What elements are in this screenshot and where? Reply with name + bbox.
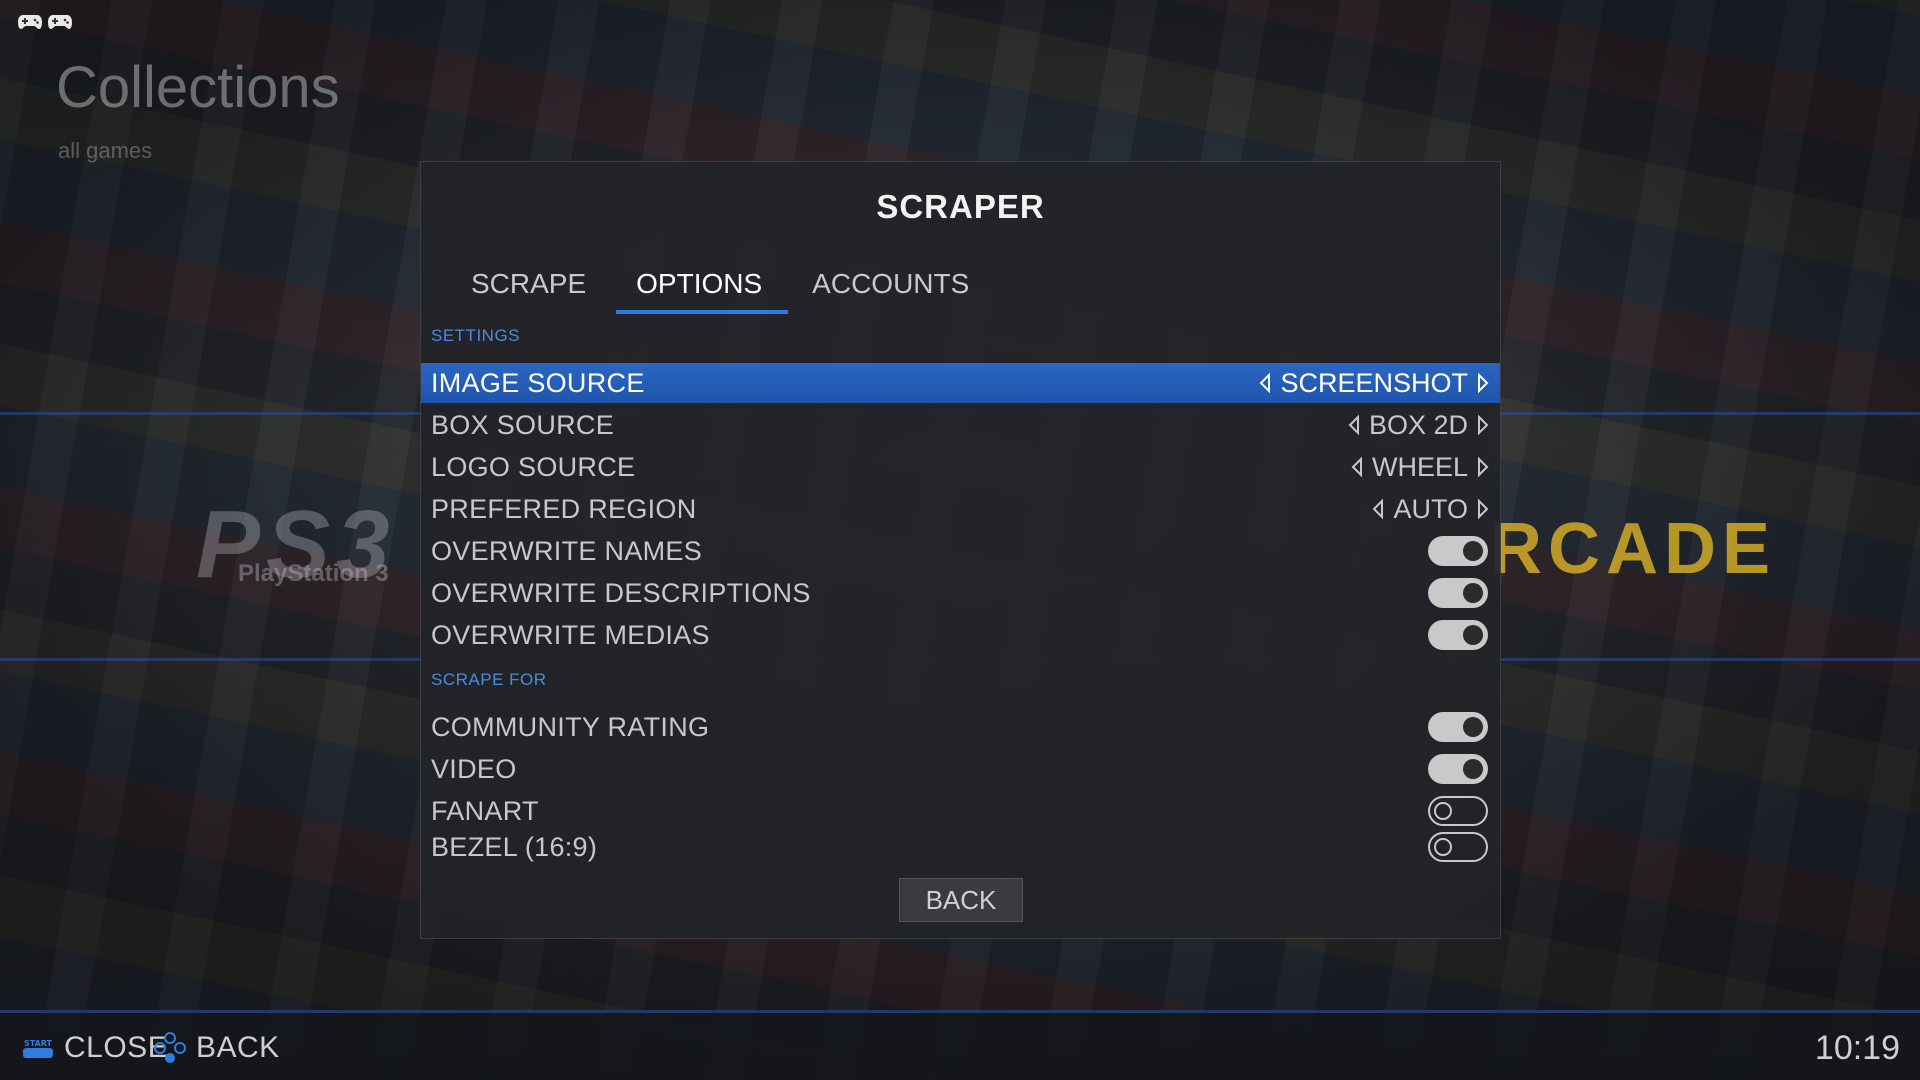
option-selector: SCREENSHOT [1258, 368, 1490, 399]
help-label-close: CLOSE [64, 1031, 169, 1064]
gamepad-icon [48, 14, 72, 29]
help-back: BACK [154, 1031, 280, 1065]
section-header-scrape-for: SCRAPE FOR [431, 670, 547, 689]
section-header-settings: SETTINGS [431, 326, 521, 345]
tab-options[interactable]: OPTIONS [614, 262, 790, 314]
option-label: OVERWRITE MEDIAS [431, 619, 710, 650]
option-selector: WHEEL [1350, 452, 1490, 483]
chevron-left-icon[interactable] [1350, 456, 1364, 478]
tab-accounts[interactable]: ACCOUNTS [790, 262, 997, 314]
chevron-left-icon[interactable] [1371, 498, 1385, 520]
toggle-switch[interactable] [1428, 712, 1488, 742]
option-label: FANART [431, 795, 539, 826]
tab-bar: SCRAPE OPTIONS ACCOUNTS [449, 262, 997, 314]
controller-status [18, 14, 72, 29]
option-image-source[interactable]: IMAGE SOURCE SCREENSHOT [421, 363, 1500, 403]
option-video[interactable]: VIDEO [421, 749, 1500, 789]
option-selector: AUTO [1371, 494, 1490, 525]
back-button[interactable]: BACK [899, 878, 1023, 922]
gamepad-icon [18, 14, 42, 29]
option-label: LOGO SOURCE [431, 451, 636, 482]
dialog-title: SCRAPER [876, 188, 1045, 225]
option-value: WHEEL [1371, 451, 1468, 482]
option-value: BOX 2D [1368, 409, 1468, 440]
collection-title: Collections [56, 55, 340, 120]
collection-subtitle: all games [58, 138, 153, 163]
help-label-back: BACK [196, 1031, 280, 1064]
option-community-rating[interactable]: COMMUNITY RATING [421, 707, 1500, 747]
toggle-switch[interactable] [1428, 832, 1488, 862]
chevron-right-icon[interactable] [1476, 372, 1490, 394]
option-box-source[interactable]: BOX SOURCE BOX 2D [421, 405, 1500, 445]
option-label: OVERWRITE NAMES [431, 535, 703, 566]
option-label: PREFERED REGION [431, 493, 697, 524]
chevron-right-icon[interactable] [1476, 456, 1490, 478]
option-label: OVERWRITE DESCRIPTIONS [431, 577, 811, 608]
option-value: AUTO [1393, 493, 1468, 524]
help-bar: START CLOSE BACK 10:19 [0, 1010, 1920, 1080]
option-value: SCREENSHOT [1280, 367, 1468, 398]
option-selector: BOX 2D [1347, 410, 1490, 441]
start-button-icon: START [23, 1039, 53, 1058]
toggle-switch[interactable] [1428, 796, 1488, 826]
option-overwrite-names[interactable]: OVERWRITE NAMES [421, 531, 1500, 571]
svg-text:START: START [24, 1039, 53, 1048]
option-label: BEZEL (16:9) [431, 832, 598, 862]
face-buttons-icon [154, 1032, 186, 1063]
chevron-right-icon[interactable] [1476, 414, 1490, 436]
option-overwrite-descriptions[interactable]: OVERWRITE DESCRIPTIONS [421, 573, 1500, 613]
chevron-left-icon[interactable] [1347, 414, 1361, 436]
option-label: BOX SOURCE [431, 409, 615, 440]
option-overwrite-medias[interactable]: OVERWRITE MEDIAS [421, 615, 1500, 655]
option-label: VIDEO [431, 753, 517, 784]
chevron-left-icon[interactable] [1258, 372, 1272, 394]
toggle-switch[interactable] [1428, 754, 1488, 784]
option-label: COMMUNITY RATING [431, 711, 710, 742]
chevron-right-icon[interactable] [1476, 498, 1490, 520]
system-logo-subtitle: PlayStation 3 [238, 560, 389, 587]
toggle-switch[interactable] [1428, 578, 1488, 608]
help-close: START CLOSE [22, 1031, 168, 1065]
toggle-switch[interactable] [1428, 620, 1488, 650]
toggle-switch[interactable] [1428, 536, 1488, 566]
option-logo-source[interactable]: LOGO SOURCE WHEEL [421, 447, 1500, 487]
option-fanart[interactable]: FANART [421, 791, 1500, 831]
system-logo: RCADE [1490, 509, 1777, 589]
option-label: IMAGE SOURCE [431, 367, 645, 398]
scraper-dialog: SCRAPER SCRAPE OPTIONS ACCOUNTS SETTINGS… [420, 161, 1501, 939]
option-bezel[interactable]: BEZEL (16:9) [421, 830, 1500, 868]
clock: 10:19 [1814, 1029, 1900, 1067]
option-prefered-region[interactable]: PREFERED REGION AUTO [421, 489, 1500, 529]
tab-scrape[interactable]: SCRAPE [449, 262, 614, 314]
